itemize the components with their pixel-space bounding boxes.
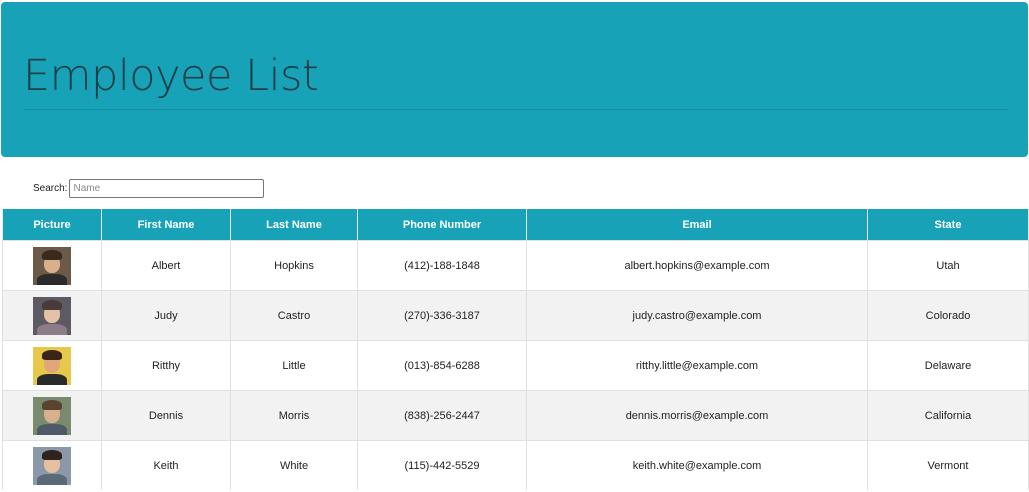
table-row: Judy Castro (270)-336-3187 judy.castro@e… <box>2 290 1029 341</box>
table-row: Albert Hopkins (412)-188-1848 albert.hop… <box>2 240 1029 291</box>
picture-cell <box>2 390 102 441</box>
last-name-cell: Morris <box>230 390 358 441</box>
phone-cell: (013)-854-6288 <box>357 340 527 391</box>
search-input[interactable] <box>69 178 265 198</box>
last-name-cell: Hopkins <box>230 240 358 291</box>
column-header-last-name[interactable]: Last Name <box>230 209 358 241</box>
state-cell: Utah <box>867 240 1029 291</box>
picture-cell <box>2 440 102 490</box>
phone-cell: (115)-442-5529 <box>357 440 527 490</box>
avatar <box>33 446 71 485</box>
first-name-cell: Albert <box>101 240 231 291</box>
email-cell: dennis.morris@example.com <box>526 390 868 441</box>
avatar <box>33 396 71 435</box>
page-header: Employee List <box>1 2 1028 157</box>
first-name-cell: Ritthy <box>101 340 231 391</box>
picture-cell <box>2 340 102 391</box>
search-bar: Search: <box>33 178 265 198</box>
phone-cell: (412)-188-1848 <box>357 240 527 291</box>
table-row: Ritthy Little (013)-854-6288 ritthy.litt… <box>2 340 1029 391</box>
email-cell: ritthy.little@example.com <box>526 340 868 391</box>
column-header-state[interactable]: State <box>867 209 1029 241</box>
avatar <box>33 346 71 385</box>
avatar <box>33 246 71 285</box>
state-cell: California <box>867 390 1029 441</box>
column-header-email[interactable]: Email <box>526 209 868 241</box>
column-header-picture[interactable]: Picture <box>2 209 102 241</box>
picture-cell <box>2 240 102 291</box>
picture-cell <box>2 290 102 341</box>
column-header-phone[interactable]: Phone Number <box>357 209 527 241</box>
page-title: Employee List <box>23 51 319 101</box>
email-cell: albert.hopkins@example.com <box>526 240 868 291</box>
first-name-cell: Dennis <box>101 390 231 441</box>
email-cell: keith.white@example.com <box>526 440 868 490</box>
table-row: Dennis Morris (838)-256-2447 dennis.morr… <box>2 390 1029 441</box>
table-header-row: Picture First Name Last Name Phone Numbe… <box>2 209 1029 241</box>
first-name-cell: Keith <box>101 440 231 490</box>
last-name-cell: Castro <box>230 290 358 341</box>
last-name-cell: White <box>230 440 358 490</box>
email-cell: judy.castro@example.com <box>526 290 868 341</box>
avatar <box>33 296 71 335</box>
state-cell: Vermont <box>867 440 1029 490</box>
phone-cell: (270)-336-3187 <box>357 290 527 341</box>
employee-table: Picture First Name Last Name Phone Numbe… <box>2 209 1029 490</box>
last-name-cell: Little <box>230 340 358 391</box>
state-cell: Colorado <box>867 290 1029 341</box>
state-cell: Delaware <box>867 340 1029 391</box>
phone-cell: (838)-256-2447 <box>357 390 527 441</box>
employee-list-page: Employee List Search: Picture First Name… <box>0 0 1029 492</box>
header-divider <box>23 109 1008 110</box>
search-label: Search: <box>33 182 68 194</box>
first-name-cell: Judy <box>101 290 231 341</box>
column-header-first-name[interactable]: First Name <box>101 209 231 241</box>
table-row: Keith White (115)-442-5529 keith.white@e… <box>2 440 1029 490</box>
